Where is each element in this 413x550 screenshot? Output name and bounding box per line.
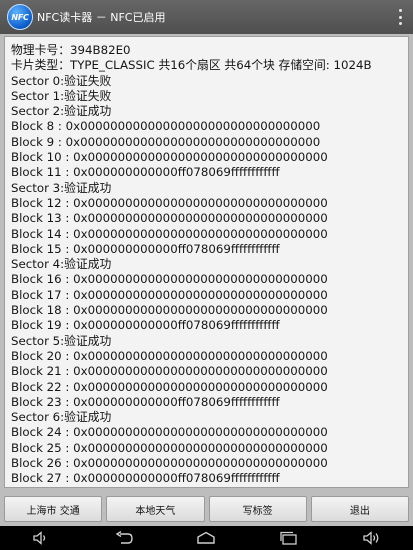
block-data-line: Block 22 : 0x000000000000000000000000000… [11, 379, 328, 394]
block-data-line: Block 21 : 0x000000000000000000000000000… [11, 364, 328, 379]
system-nav-bar [0, 526, 413, 550]
block-data-line: Block 19 : 0x000000000000ff078069fffffff… [11, 318, 280, 333]
block-data-line: Block 13 : 0x000000000000000000000000000… [11, 211, 328, 226]
sector-status-line: Sector 5:验证成功 [11, 333, 112, 348]
overflow-menu-icon[interactable] [393, 7, 407, 27]
card-type-line: 卡片类型：TYPE_CLASSIC 共16个扇区 共64个块 存储空间: 102… [11, 58, 372, 73]
home-icon[interactable] [195, 529, 217, 547]
sector-status-line: Sector 2:验证成功 [11, 104, 112, 119]
block-data-line: Block 17 : 0x000000000000000000000000000… [11, 287, 328, 302]
action-button-bar: 上海市 交通 本地天气 写标签 退出 [0, 496, 413, 524]
card-uid-line: 物理卡号：394B82E0 [11, 43, 131, 57]
block-data-line: Block 9 : 0x0000000000000000000000000000… [11, 134, 321, 149]
block-data-line: Block 10 : 0x000000000000000000000000000… [11, 150, 328, 165]
block-data-line: Block 27 : 0x000000000000ff078069fffffff… [11, 471, 280, 486]
block-data-line: Block 15 : 0x000000000000ff078069fffffff… [11, 241, 280, 256]
volume-up-icon[interactable] [361, 529, 383, 547]
block-data-line: Block 16 : 0x000000000000000000000000000… [11, 272, 328, 287]
shanghai-transit-button[interactable]: 上海市 交通 [4, 496, 103, 522]
back-icon[interactable] [113, 529, 135, 547]
write-tag-button[interactable]: 写标签 [208, 496, 307, 522]
block-data-line: Block 20 : 0x000000000000000000000000000… [11, 348, 328, 363]
block-data-line: Block 8 : 0x0000000000000000000000000000… [11, 119, 321, 134]
recent-apps-icon[interactable] [278, 529, 300, 547]
sector-status-line: Sector 1:验证失败 [11, 88, 112, 103]
block-data-line: Block 24 : 0x000000000000000000000000000… [11, 425, 328, 440]
sector-status-line: Sector 6:验证成功 [11, 410, 112, 425]
local-weather-button[interactable]: 本地天气 [106, 496, 205, 522]
sector-status-line: Sector 0:验证失败 [11, 73, 112, 88]
block-data-line: Block 14 : 0x000000000000000000000000000… [11, 226, 328, 241]
title-bar: NFC NFC读卡器 － NFC已启用 [0, 0, 413, 34]
block-data-line: Block 18 : 0x000000000000000000000000000… [11, 303, 328, 318]
sector-status-line: Sector 4:验证成功 [11, 257, 112, 272]
volume-down-icon[interactable] [30, 529, 52, 547]
window-title: NFC读卡器 － NFC已启用 [37, 11, 166, 24]
block-data-line: Block 11 : 0x000000000000ff078069fffffff… [11, 165, 280, 180]
block-data-line: Block 23 : 0x000000000000ff078069fffffff… [11, 394, 280, 409]
sector-status-line: Sector 3:验证成功 [11, 180, 112, 195]
nfc-logo-icon: NFC [7, 4, 33, 30]
block-data-line: Block 25 : 0x000000000000000000000000000… [11, 440, 328, 455]
block-data-line: Block 26 : 0x000000000000000000000000000… [11, 456, 328, 471]
card-data-panel[interactable]: 物理卡号：394B82E0 卡片类型：TYPE_CLASSIC 共16个扇区 共… [4, 36, 409, 488]
block-data-line: Block 12 : 0x000000000000000000000000000… [11, 195, 328, 210]
exit-button[interactable]: 退出 [310, 496, 409, 522]
